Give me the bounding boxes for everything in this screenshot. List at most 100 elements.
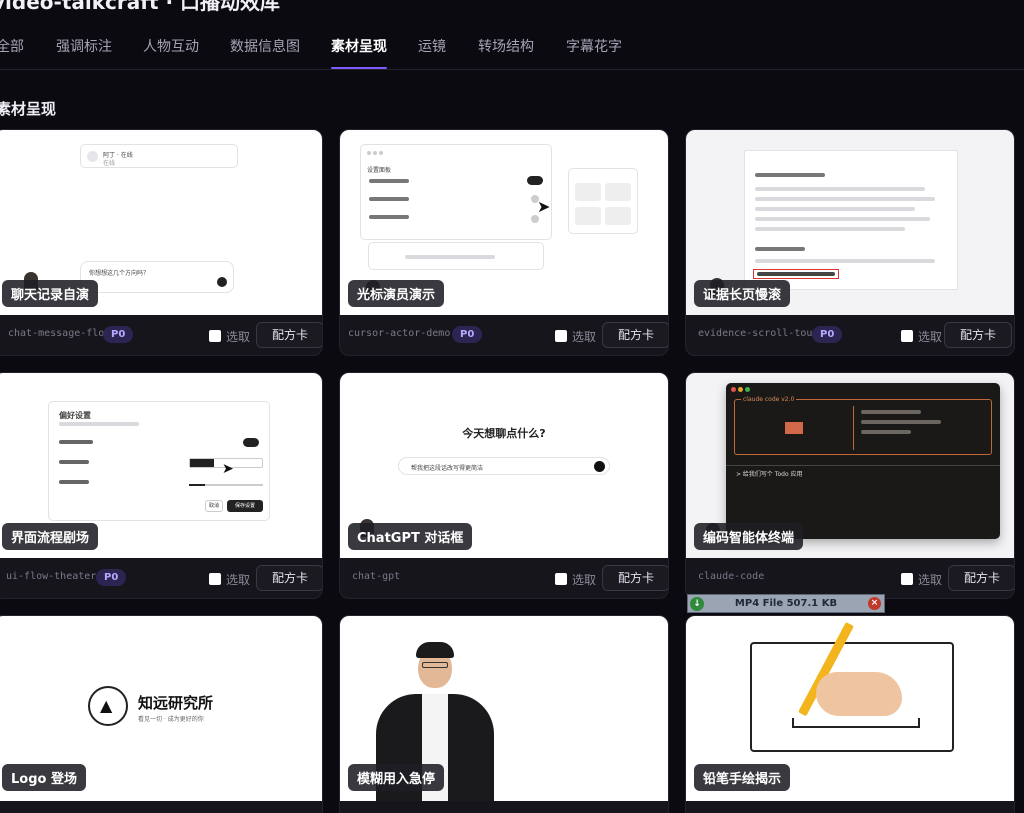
select-checkbox[interactable]: [901, 330, 913, 342]
card-slug: ui-flow-theater: [6, 571, 97, 582]
settings-window: 设置面板: [360, 144, 552, 240]
tab-subtitle[interactable]: 字幕花字: [566, 36, 622, 69]
recipe-card-button[interactable]: 配方卡: [602, 565, 668, 591]
chat-input-text: 你想想这几个方向吗？: [89, 270, 150, 277]
recipe-card-button[interactable]: 配方卡: [944, 322, 1012, 348]
doc-heading: [755, 173, 825, 177]
select-toggle[interactable]: 选取: [555, 327, 596, 345]
card-title: 光标演员演示: [348, 280, 445, 307]
doc-heading: [755, 247, 805, 251]
slider-fill: [189, 484, 205, 486]
card-thumbnail[interactable]: 设置面板 ➤ 光标演员演示: [340, 130, 668, 315]
cancel-settings-button: 取消: [205, 500, 223, 512]
hand-shape: [816, 672, 902, 716]
card-thumbnail[interactable]: 阿丁 · 在线 在线 你想想这几个方向吗？ 聊天记录自演: [0, 130, 322, 315]
select-checkbox[interactable]: [209, 573, 221, 585]
card-footer: chat-message-flow P0 选取 配方卡: [0, 315, 322, 355]
effect-card-claude-code[interactable]: claude code v2.0 > 给我们写个 Todo 应用 编码智能体终端…: [685, 372, 1015, 599]
select-checkbox[interactable]: [209, 330, 221, 342]
card-thumbnail[interactable]: 模糊用入急停: [340, 616, 668, 801]
card-title: 铅笔手绘揭示: [694, 764, 791, 791]
window-dot: [731, 387, 736, 392]
terminal-line: [861, 420, 941, 424]
card-title: 编码智能体终端: [694, 523, 804, 550]
select-toggle[interactable]: 选取: [901, 327, 942, 345]
close-icon[interactable]: ×: [868, 597, 881, 610]
effect-card-chat-gpt[interactable]: 今天想聊点什么? 帮我把这段话改写得更简洁 ChatGPT 对话框 chat-g…: [339, 372, 669, 599]
category-tabs: 全部 强调标注 人物互动 数据信息图 素材呈现 运镜 转场结构 字幕花字: [0, 36, 1024, 70]
logo-mark: ▲: [88, 686, 128, 726]
setting-row: [369, 215, 409, 219]
effect-card-ui-flow-theater[interactable]: 偏好设置 保存设置 取消 ➤ 界面流程剧场 ui-flow-theater P0…: [0, 372, 323, 599]
tab-character[interactable]: 人物互动: [143, 36, 199, 69]
card-thumbnail[interactable]: claude code v2.0 > 给我们写个 Todo 应用 编码智能体终端: [686, 373, 1014, 558]
card-slug: chat-gpt: [352, 571, 401, 582]
file-download-banner[interactable]: ↓ MP4 File 507.1 KB ×: [687, 594, 885, 613]
card-title: ChatGPT 对话框: [348, 523, 473, 550]
window-dot: [373, 151, 377, 155]
card-thumbnail[interactable]: ▲ 知远研究所 看见一切 · 成为更好的你 Logo 登场: [0, 616, 322, 801]
glasses-icon: [422, 662, 448, 668]
send-icon: [217, 277, 227, 287]
doc-line: [755, 187, 925, 191]
widget-tile: [605, 207, 631, 225]
widget-tile: [575, 183, 601, 201]
select-checkbox[interactable]: [555, 573, 567, 585]
priority-badge: P0: [96, 569, 127, 586]
effect-card-chat-message-flow[interactable]: 阿丁 · 在线 在线 你想想这几个方向吗？ 聊天记录自演 chat-messag…: [0, 129, 323, 356]
effect-card-evidence-scroll-tour[interactable]: 证据长页慢滚 evidence-scroll-tour P0 选取 配方卡: [685, 129, 1015, 356]
select-toggle[interactable]: 选取: [209, 327, 250, 345]
recipe-card-button[interactable]: 配方卡: [948, 565, 1014, 591]
card-thumbnail[interactable]: 今天想聊点什么? 帮我把这段话改写得更简洁 ChatGPT 对话框: [340, 373, 668, 558]
slider-track: [189, 484, 263, 486]
setting-row: [369, 179, 409, 183]
chart-widget: [568, 168, 638, 234]
effect-card-blur-freeze[interactable]: 模糊用入急停: [339, 615, 669, 813]
card-thumbnail[interactable]: 偏好设置 保存设置 取消 ➤ 界面流程剧场: [0, 373, 322, 558]
select-toggle[interactable]: 选取: [209, 570, 250, 588]
doc-line: [755, 227, 905, 231]
card-title: 界面流程剧场: [2, 523, 99, 550]
dialog-title: 偏好设置: [59, 411, 91, 420]
card-slug: chat-message-flow: [8, 328, 111, 339]
tab-transition[interactable]: 转场结构: [478, 36, 534, 69]
media-strip: [368, 242, 544, 270]
select-checkbox[interactable]: [555, 330, 567, 342]
terminal-line: [861, 410, 921, 414]
logo-name: 知远研究所: [138, 694, 214, 712]
card-title: 模糊用入急停: [348, 764, 445, 791]
recipe-card-button[interactable]: 配方卡: [602, 322, 668, 348]
select-label: 选取: [226, 572, 251, 587]
divider: [853, 406, 854, 450]
card-footer: chat-gpt 选取 配方卡: [340, 558, 668, 598]
select-toggle[interactable]: 选取: [555, 570, 596, 588]
tab-data-info[interactable]: 数据信息图: [230, 36, 300, 69]
chat-input-box: 你想想这几个方向吗？: [80, 261, 234, 293]
widget-tile: [575, 207, 601, 225]
terminal-prompt: > 给我们写个 Todo 应用: [736, 471, 803, 478]
tab-emphasis[interactable]: 强调标注: [56, 36, 112, 69]
recipe-card-button[interactable]: 配方卡: [256, 565, 322, 591]
file-banner-text: MP4 File 507.1 KB: [734, 598, 838, 609]
tab-camera[interactable]: 运镜: [418, 36, 446, 69]
card-thumbnail[interactable]: 证据长页慢滚: [686, 130, 1014, 315]
card-footer: ui-flow-theater P0 选取 配方卡: [0, 558, 322, 598]
tab-all[interactable]: 全部: [0, 36, 24, 69]
drawn-stroke: [792, 718, 920, 728]
card-thumbnail[interactable]: 铅笔手绘揭示: [686, 616, 1014, 801]
effect-card-logo-intro[interactable]: ▲ 知远研究所 看见一切 · 成为更好的你 Logo 登场: [0, 615, 323, 813]
select-toggle[interactable]: 选取: [901, 570, 942, 588]
effect-card-cursor-actor-demo[interactable]: 设置面板 ➤ 光标演员演示 cursor-actor-demo P0 选取 配方…: [339, 129, 669, 356]
select-label: 选取: [572, 329, 597, 344]
tab-material[interactable]: 素材呈现: [331, 36, 387, 69]
card-footer: cursor-actor-demo P0 选取 配方卡: [340, 315, 668, 355]
select-checkbox[interactable]: [901, 573, 913, 585]
select-label: 选取: [918, 572, 943, 587]
effect-card-pencil-reveal[interactable]: 铅笔手绘揭示: [685, 615, 1015, 813]
doc-line: [755, 259, 935, 263]
contact-avatar: [87, 151, 98, 162]
priority-badge: P0: [103, 326, 134, 343]
send-icon: [594, 461, 605, 472]
download-icon: ↓: [690, 597, 704, 611]
recipe-card-button[interactable]: 配方卡: [256, 322, 322, 348]
